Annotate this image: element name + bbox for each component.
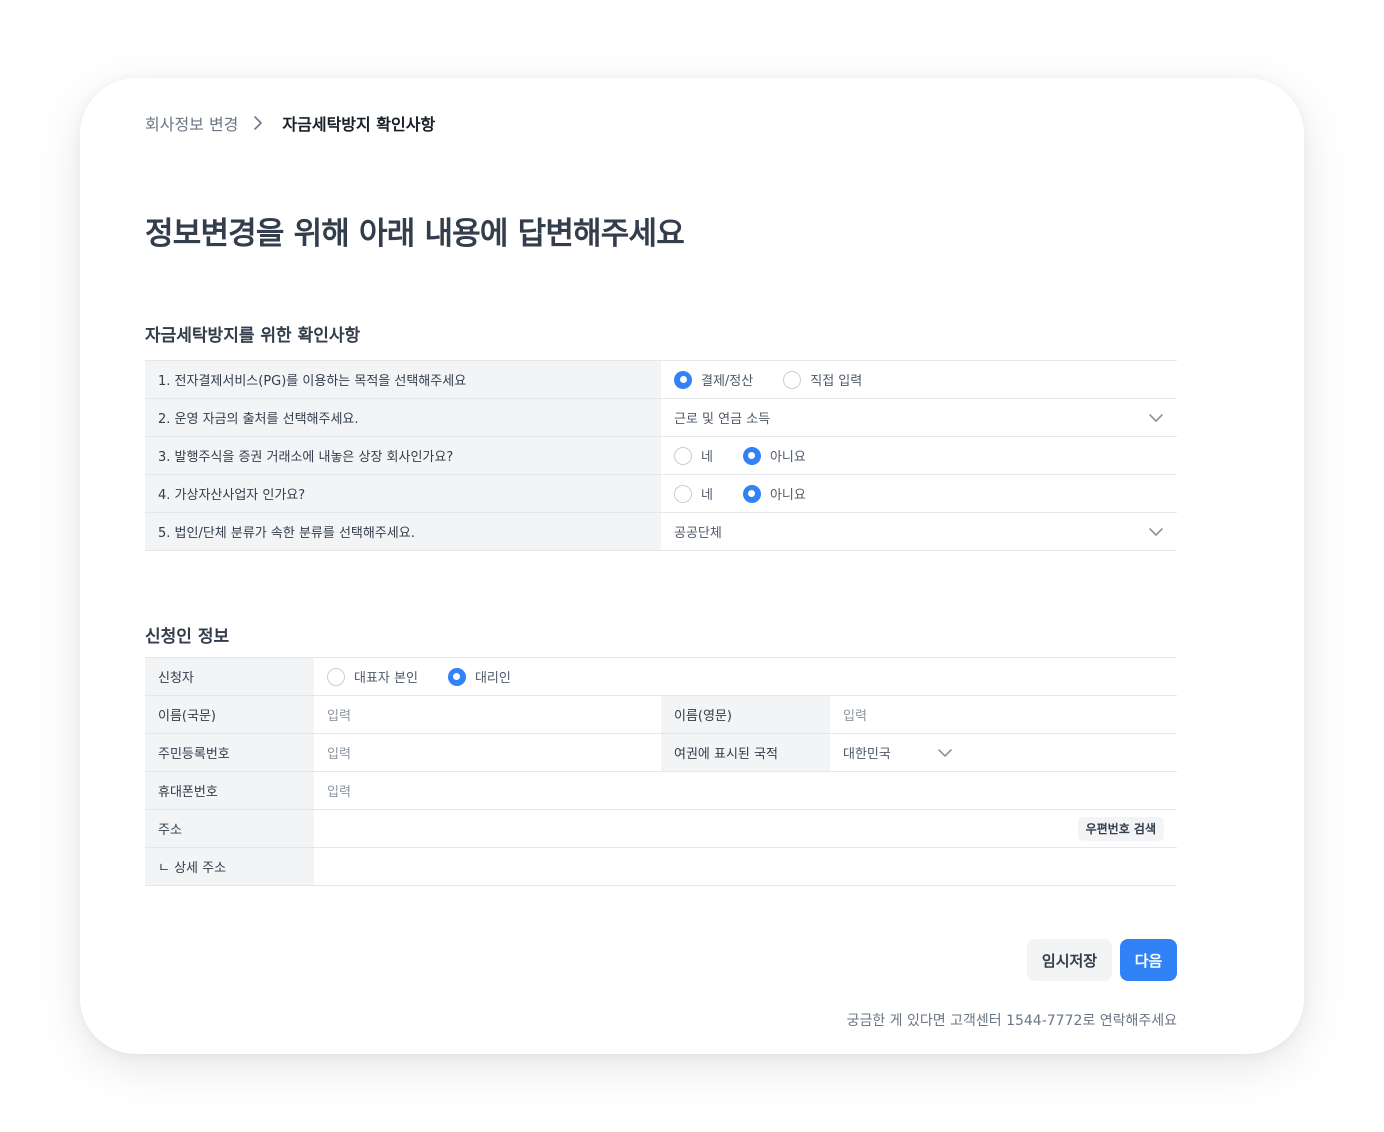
chevron-down-icon xyxy=(1148,410,1164,426)
applicant-radio-agent[interactable]: 대리인 xyxy=(447,667,511,686)
phone-label: 휴대폰번호 xyxy=(145,771,314,810)
save-draft-button[interactable]: 임시저장 xyxy=(1027,939,1112,981)
phone-row: 휴대폰번호 입력 xyxy=(145,771,1178,810)
question-4-answer: 네 아니요 xyxy=(661,474,1177,513)
question-row-4: 4. 가상자산사업자 인가요? 네 아니요 xyxy=(145,474,1177,513)
radio-label: 직접 입력 xyxy=(810,374,863,389)
zipcode-search-button[interactable]: 우편번호 검색 xyxy=(1077,816,1165,841)
chevron-down-icon xyxy=(1148,524,1164,540)
phone-field[interactable]: 입력 xyxy=(314,771,1178,810)
question-2-answer: 근로 및 연금 소득 xyxy=(661,398,1177,437)
entity-type-select[interactable]: 공공단체 xyxy=(674,522,1164,541)
applicant-section-title: 신청인 정보 xyxy=(145,627,230,647)
purpose-radio-direct-input[interactable]: 직접 입력 xyxy=(783,370,862,389)
question-row-3: 3. 발행주식을 증권 거래소에 내놓은 상장 회사인가요? 네 아니요 xyxy=(145,436,1177,475)
name-kr-label: 이름(국문) xyxy=(145,695,314,734)
page-title: 정보변경을 위해 아래 내용에 답변해주세요 xyxy=(145,216,685,252)
breadcrumb-current: 자금세탁방지 확인사항 xyxy=(282,115,436,134)
address-field[interactable]: 우편번호 검색 xyxy=(314,809,1178,848)
radio-unchecked-icon xyxy=(783,370,802,389)
rrn-label: 주민등록번호 xyxy=(145,733,314,772)
id-nationality-row: 주민등록번호 입력 여권에 표시된 국적 대한민국 xyxy=(145,733,1178,772)
chevron-down-icon xyxy=(937,745,953,761)
name-en-field[interactable]: 입력 xyxy=(830,695,1178,734)
radio-checked-icon xyxy=(674,370,692,389)
form-actions: 임시저장 다음 xyxy=(1027,939,1177,981)
nationality-select[interactable]: 대한민국 xyxy=(843,743,953,762)
address-detail-field[interactable] xyxy=(314,847,1178,886)
input-placeholder: 입력 xyxy=(327,785,351,800)
radio-unchecked-icon xyxy=(327,667,345,686)
select-value: 대한민국 xyxy=(843,747,891,762)
radio-label: 아니요 xyxy=(769,450,806,465)
listed-radio-yes[interactable]: 네 xyxy=(674,446,713,465)
name-kr-field[interactable]: 입력 xyxy=(314,695,661,734)
radio-label: 네 xyxy=(701,450,713,465)
question-5-answer: 공공단체 xyxy=(661,512,1177,551)
input-placeholder: 입력 xyxy=(327,747,351,762)
question-row-5: 5. 법인/단체 분류가 속한 분류를 선택해주세요. 공공단체 xyxy=(145,512,1177,551)
name-row: 이름(국문) 입력 이름(영문) 입력 xyxy=(145,695,1178,734)
applicant-info-table: 신청자 대표자 본인 대리인 이름(국문) 입력 이름(영문) 입력 주민등록번… xyxy=(145,657,1178,886)
question-3-answer: 네 아니요 xyxy=(661,436,1177,475)
purpose-radio-payment[interactable]: 결제/정산 xyxy=(674,370,753,389)
select-value: 공공단체 xyxy=(674,526,722,541)
help-text: 궁금한 게 있다면 고객센터 1544-7772로 연락해주세요 xyxy=(846,1013,1177,1029)
select-value: 근로 및 연금 소득 xyxy=(674,412,771,427)
address-detail-label: ㄴ 상세 주소 xyxy=(145,847,314,886)
nationality-label: 여권에 표시된 국적 xyxy=(661,733,830,772)
listed-radio-no[interactable]: 아니요 xyxy=(742,446,806,465)
breadcrumb-parent-link[interactable]: 회사정보 변경 xyxy=(145,111,238,135)
question-1-label: 1. 전자결제서비스(PG)를 이용하는 목적을 선택해주세요 xyxy=(145,360,661,399)
radio-label: 네 xyxy=(701,488,713,503)
input-placeholder: 입력 xyxy=(327,709,351,724)
radio-label: 결제/정산 xyxy=(701,374,754,389)
breadcrumb: 회사정보 변경 자금세탁방지 확인사항 xyxy=(145,112,435,134)
applicant-type-row: 신청자 대표자 본인 대리인 xyxy=(145,657,1178,696)
address-detail-row: ㄴ 상세 주소 xyxy=(145,847,1178,886)
radio-label: 대리인 xyxy=(474,671,511,686)
question-5-label: 5. 법인/단체 분류가 속한 분류를 선택해주세요. xyxy=(145,512,661,551)
vasp-radio-yes[interactable]: 네 xyxy=(674,484,713,503)
radio-checked-icon xyxy=(742,484,761,503)
input-placeholder: 입력 xyxy=(843,709,867,724)
radio-checked-icon xyxy=(742,446,761,465)
applicant-radio-representative[interactable]: 대표자 본인 xyxy=(327,667,418,686)
question-2-label: 2. 운영 자금의 출처를 선택해주세요. xyxy=(145,398,661,437)
question-3-label: 3. 발행주식을 증권 거래소에 내놓은 상장 회사인가요? xyxy=(145,436,661,475)
question-1-answer: 결제/정산 직접 입력 xyxy=(661,360,1177,399)
next-button[interactable]: 다음 xyxy=(1120,939,1177,981)
address-label: 주소 xyxy=(145,809,314,848)
question-row-2: 2. 운영 자금의 출처를 선택해주세요. 근로 및 연금 소득 xyxy=(145,398,1177,437)
name-en-label: 이름(영문) xyxy=(661,695,830,734)
aml-section-title: 자금세탁방지를 위한 확인사항 xyxy=(145,326,361,346)
chevron-right-icon xyxy=(248,113,268,133)
rrn-field[interactable]: 입력 xyxy=(314,733,661,772)
radio-unchecked-icon xyxy=(674,484,692,503)
radio-label: 대표자 본인 xyxy=(354,671,418,686)
address-row: 주소 우편번호 검색 xyxy=(145,809,1178,848)
nationality-cell: 대한민국 xyxy=(830,733,1178,772)
aml-question-table: 1. 전자결제서비스(PG)를 이용하는 목적을 선택해주세요 결제/정산 직접… xyxy=(145,360,1177,551)
radio-label: 아니요 xyxy=(769,488,806,503)
question-row-1: 1. 전자결제서비스(PG)를 이용하는 목적을 선택해주세요 결제/정산 직접… xyxy=(145,360,1177,399)
fund-source-select[interactable]: 근로 및 연금 소득 xyxy=(674,408,1164,427)
applicant-type-answer: 대표자 본인 대리인 xyxy=(314,657,1178,696)
vasp-radio-no[interactable]: 아니요 xyxy=(742,484,806,503)
main-card: 회사정보 변경 자금세탁방지 확인사항 정보변경을 위해 아래 내용에 답변해주… xyxy=(80,78,1304,1054)
radio-unchecked-icon xyxy=(674,446,692,465)
question-4-label: 4. 가상자산사업자 인가요? xyxy=(145,474,661,513)
radio-checked-icon xyxy=(447,667,466,686)
applicant-type-label: 신청자 xyxy=(145,657,314,696)
